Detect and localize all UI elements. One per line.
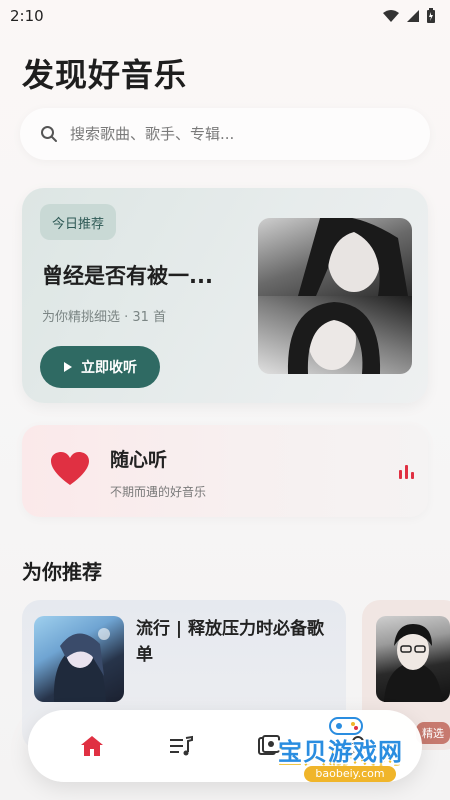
watermark-text: 宝贝游戏网	[278, 738, 403, 766]
status-time: 2:10	[10, 7, 44, 25]
watermark-url: baobeiy.com	[304, 766, 396, 782]
random-listen-subtitle: 不期而遇的好音乐	[110, 485, 207, 499]
daily-subtitle: 为你精挑细选 · 31 首	[42, 310, 167, 325]
status-icons	[382, 8, 436, 24]
search-input[interactable]	[70, 125, 390, 143]
listen-now-label: 立即收听	[81, 359, 137, 375]
play-icon	[64, 362, 72, 372]
nav-home[interactable]	[67, 721, 117, 771]
search-bar[interactable]	[20, 108, 430, 160]
daily-cover-image	[258, 218, 412, 374]
daily-title: 曾经是否有被一...	[42, 264, 213, 288]
daily-recommend-card[interactable]: 今日推荐 曾经是否有被一... 为你精挑细选 · 31 首 立即收听	[22, 188, 428, 403]
section-title-recommend: 为你推荐	[22, 560, 102, 584]
search-icon	[41, 126, 57, 142]
equalizer-icon	[399, 465, 414, 479]
random-listen-card[interactable]: 随心听 不期而遇的好音乐	[22, 425, 428, 517]
signal-icon	[407, 10, 419, 22]
recommend-card-title: 流行 | 释放压力时必备歌单	[136, 619, 325, 665]
recommend-cover-image	[376, 616, 450, 702]
cover-photo-top	[258, 218, 412, 296]
nav-playlist[interactable]	[156, 721, 206, 771]
daily-badge: 今日推荐	[40, 204, 117, 240]
playlist-icon	[169, 735, 193, 756]
heart-icon	[51, 452, 89, 485]
recommend-cover-image	[34, 616, 124, 702]
battery-icon	[427, 8, 435, 23]
home-icon	[81, 736, 104, 756]
cover-photo-bottom	[258, 296, 412, 374]
page-title: 发现好音乐	[22, 56, 188, 94]
listen-now-button[interactable]: 立即收听	[40, 346, 160, 388]
wifi-icon	[383, 10, 399, 22]
random-listen-title: 随心听	[110, 449, 168, 471]
watermark-logo: 宝贝游戏网 baobeiy.com	[268, 712, 436, 786]
status-bar: 2:10	[0, 0, 450, 32]
